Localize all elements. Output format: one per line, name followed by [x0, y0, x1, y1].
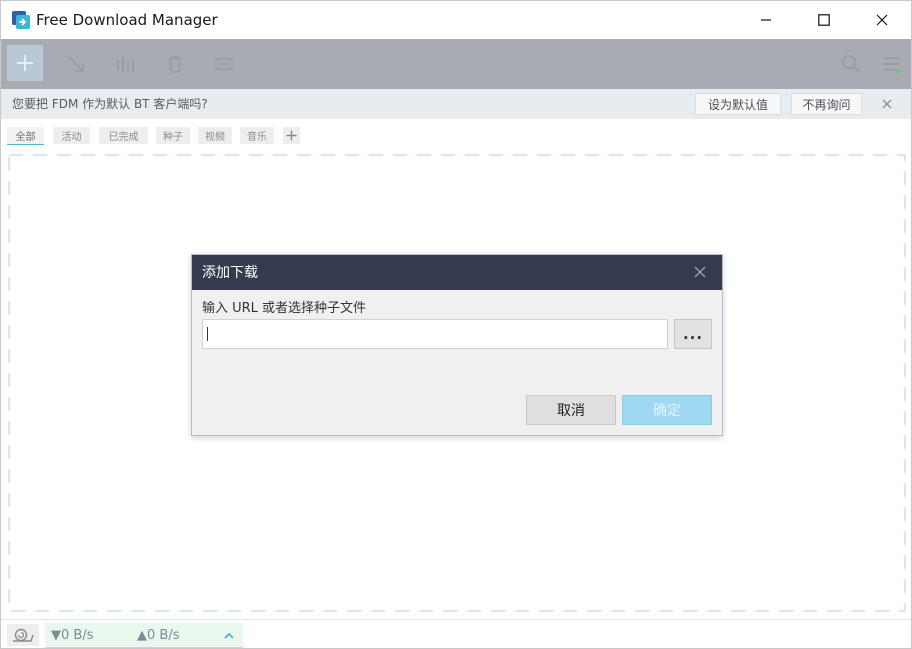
- tab-all[interactable]: 全部: [7, 127, 44, 145]
- app-logo-icon: [12, 11, 30, 29]
- close-icon: [876, 14, 888, 26]
- url-field-label: 输入 URL 或者选择种子文件: [202, 301, 367, 316]
- chevron-up-icon[interactable]: [223, 630, 235, 642]
- url-input[interactable]: [202, 319, 668, 349]
- dialog-header[interactable]: 添加下载: [192, 255, 722, 290]
- set-default-button[interactable]: 设为默认值: [695, 93, 781, 115]
- move-icon[interactable]: [66, 54, 86, 74]
- status-bar: ▼0 B/s ▲0 B/s: [1, 619, 911, 648]
- dialog-title: 添加下载: [202, 265, 258, 281]
- add-download-dialog: 添加下载 输入 URL 或者选择种子文件 ... 取消 确定: [191, 254, 723, 436]
- dont-ask-button[interactable]: 不再询问: [791, 93, 862, 115]
- tab-torrents[interactable]: 种子: [156, 127, 190, 144]
- title-bar[interactable]: Free Download Manager: [1, 1, 911, 39]
- minimize-button[interactable]: [737, 1, 795, 39]
- ok-button[interactable]: 确定: [622, 395, 712, 425]
- snail-mode-button[interactable]: [7, 624, 39, 646]
- tag-icon[interactable]: [214, 54, 234, 74]
- download-speed: ▼0 B/s: [51, 628, 94, 643]
- stats-icon[interactable]: [115, 54, 135, 74]
- add-tag-button[interactable]: [283, 127, 300, 144]
- tab-video[interactable]: 视频: [198, 127, 232, 144]
- notification-close-icon[interactable]: [881, 98, 893, 110]
- add-tag-icon: [286, 130, 297, 141]
- tab-music[interactable]: 音乐: [240, 127, 274, 144]
- toolbar: [1, 39, 911, 89]
- cancel-button[interactable]: 取消: [526, 395, 616, 425]
- search-icon[interactable]: [841, 54, 861, 74]
- upload-speed: ▲0 B/s: [137, 628, 180, 643]
- default-client-notification: 您要把 FDM 作为默认 BT 客户端吗? 设为默认值 不再询问: [1, 89, 911, 119]
- speed-panel[interactable]: ▼0 B/s ▲0 B/s: [45, 623, 243, 648]
- menu-icon[interactable]: [881, 54, 901, 74]
- maximize-button[interactable]: [795, 1, 853, 39]
- add-icon: [17, 55, 33, 71]
- browse-torrent-button[interactable]: ...: [674, 319, 712, 349]
- dialog-close-icon[interactable]: [694, 266, 706, 278]
- tab-active[interactable]: 活动: [53, 127, 90, 144]
- close-button[interactable]: [853, 1, 911, 39]
- tab-completed[interactable]: 已完成: [99, 127, 148, 144]
- maximize-icon: [818, 14, 830, 26]
- app-window: Free Download Manager 您要把 FDM 作为默认 BT 客户…: [0, 0, 912, 649]
- minimize-icon: [761, 19, 771, 21]
- window-title: Free Download Manager: [36, 11, 218, 29]
- add-download-button[interactable]: [7, 45, 43, 81]
- notification-text: 您要把 FDM 作为默认 BT 客户端吗?: [12, 97, 208, 111]
- trash-icon[interactable]: [165, 54, 185, 74]
- text-caret: [207, 327, 208, 341]
- snail-icon: [13, 628, 34, 642]
